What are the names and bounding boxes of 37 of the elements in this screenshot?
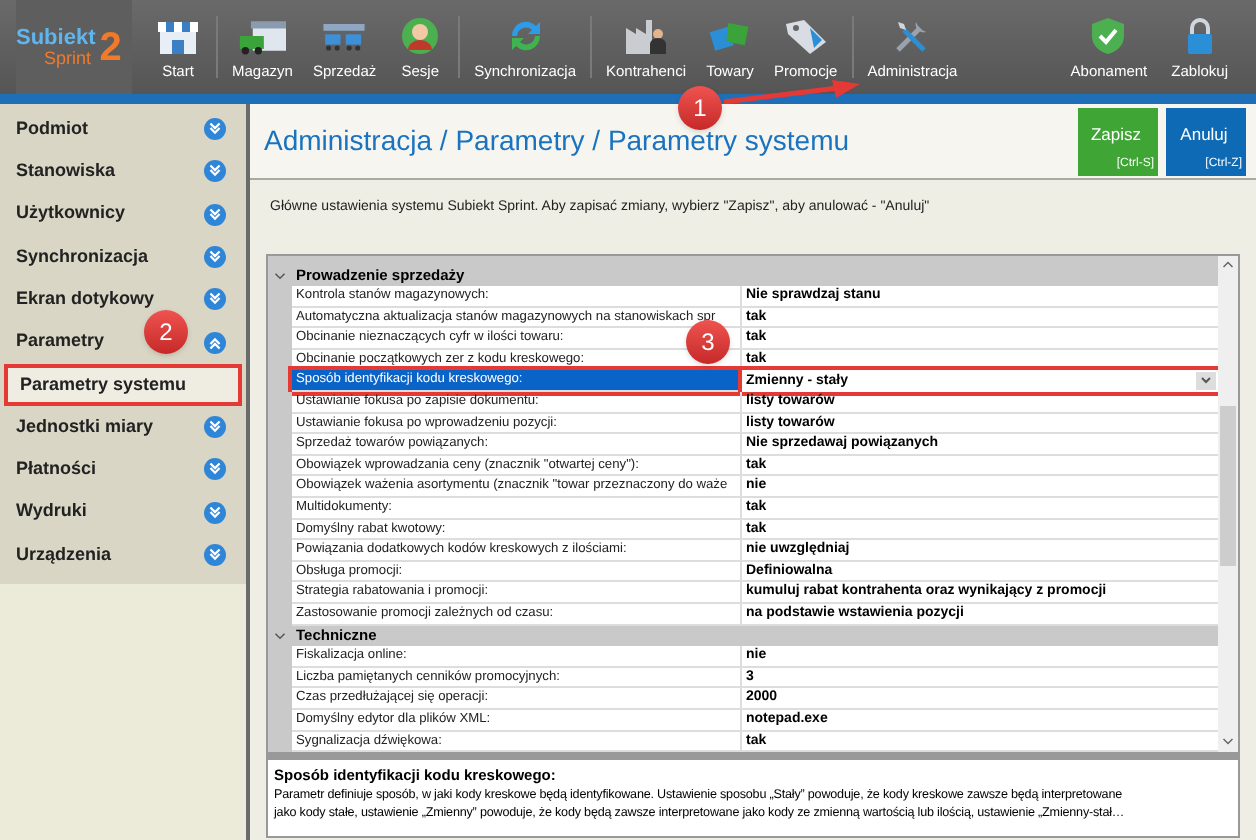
sidebar-item[interactable]: Płatności (16, 455, 97, 483)
expand-icon[interactable] (204, 118, 226, 141)
collapse-icon[interactable] (274, 271, 286, 280)
sidebar-item[interactable]: Jednostki miary (16, 413, 154, 441)
callout-arrow (722, 80, 862, 104)
logo-name: Subiekt (16, 27, 96, 49)
collapse-icon[interactable] (274, 631, 286, 640)
expand-icon[interactable] (204, 288, 226, 311)
tag-icon (781, 15, 830, 56)
sidebar-item[interactable]: Ekran dotykowy (16, 286, 155, 314)
scrollbar-thumb[interactable] (1220, 405, 1236, 565)
sidebar-item[interactable]: Synchronizacja (16, 243, 149, 271)
scroll-down-icon[interactable] (1222, 736, 1234, 749)
dropdown-caret-icon (1196, 372, 1216, 391)
expand-icon[interactable] (204, 458, 226, 481)
expand-icon[interactable] (204, 415, 226, 438)
sidebar-item[interactable]: Podmiot (16, 115, 88, 143)
expand-icon[interactable] (204, 246, 226, 269)
logo-subtitle: Sprint (42, 49, 94, 67)
sidebar-item[interactable]: Urządzenia (16, 541, 112, 569)
expand-icon[interactable] (204, 543, 226, 566)
row-gutter (268, 731, 292, 753)
collapse-icon[interactable] (204, 331, 226, 354)
sidebar-item[interactable]: Parametry (16, 328, 105, 356)
shield-check-icon (1088, 15, 1129, 56)
logo-version: 2 (99, 27, 122, 67)
sidebar-subitem[interactable]: Parametry systemu (4, 363, 242, 406)
scrollbar[interactable] (1218, 255, 1238, 753)
expand-icon[interactable] (204, 203, 226, 226)
sidebar-item[interactable]: Stanowiska (16, 158, 116, 186)
factory-person-icon (622, 15, 670, 56)
scroll-up-icon[interactable] (1222, 257, 1234, 269)
expand-icon[interactable] (204, 160, 226, 183)
sidebar-item[interactable]: Wydruki (16, 498, 87, 526)
expand-icon[interactable] (204, 501, 226, 524)
sidebar-item[interactable]: Użytkownicy (16, 200, 126, 228)
truck-warehouse-icon (238, 15, 287, 56)
